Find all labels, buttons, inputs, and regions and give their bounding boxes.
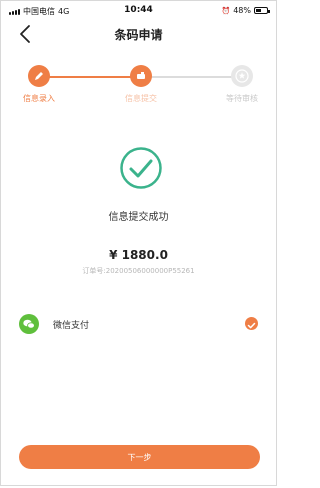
step-review: 等待审核 — [212, 65, 272, 104]
payment-method-wechat[interactable]: 微信支付 — [1, 310, 276, 338]
step-info-entry: 信息录入 — [9, 65, 69, 104]
battery-percent: 48% — [233, 6, 251, 15]
step-info-submit: 信息提交 — [111, 65, 171, 104]
pencil-icon — [35, 72, 43, 80]
progress-steps: 信息录入 信息提交 等待审核 — [1, 65, 276, 109]
status-right: ⏰ 48% — [221, 6, 270, 15]
card-icon — [137, 72, 145, 79]
next-step-button[interactable]: 下一步 — [19, 445, 260, 469]
step-label: 等待审核 — [226, 94, 258, 103]
battery-icon — [254, 7, 270, 14]
order-number: 订单号:20200506000000P55261 — [82, 267, 195, 275]
nav-bar: 条码申请 — [1, 21, 276, 47]
star-icon — [235, 69, 249, 83]
success-message: 信息提交成功 — [108, 212, 169, 223]
alarm-icon: ⏰ — [221, 6, 231, 15]
step-circle — [28, 65, 50, 87]
payment-amount: ¥ 1880.0 — [109, 248, 168, 262]
step-label: 信息录入 — [23, 94, 55, 103]
payment-method-label: 微信支付 — [53, 321, 90, 331]
checkmark-icon[interactable] — [245, 317, 258, 330]
status-bar: 中国电信 4G 10:44 ⏰ 48% — [1, 1, 276, 21]
wechat-icon — [19, 314, 39, 334]
step-circle — [130, 65, 152, 87]
step-label: 信息提交 — [125, 94, 157, 103]
phone-screen: 中国电信 4G 10:44 ⏰ 48% 条码申请 信息录入 信息提交 等待审核 … — [0, 0, 277, 486]
page-title: 条码申请 — [114, 28, 163, 42]
check-circle-icon — [120, 147, 162, 189]
step-circle — [231, 65, 253, 87]
